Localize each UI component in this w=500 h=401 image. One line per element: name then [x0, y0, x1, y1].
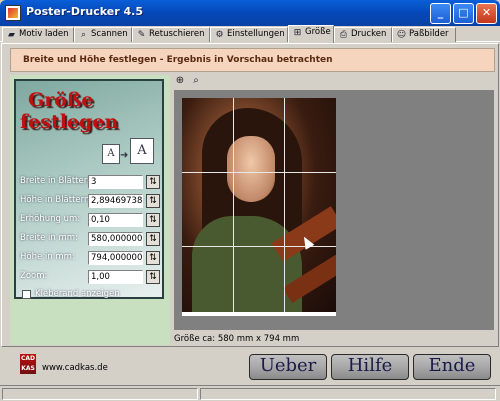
hoehe-mm-input[interactable]: 794,0000000	[88, 251, 143, 265]
preview-image	[182, 98, 336, 312]
size-info: Größe ca: 580 mm x 794 mm	[174, 334, 300, 344]
breite-mm-input[interactable]: 580,0000000	[88, 232, 143, 246]
settings-pane: Größe festlegen A ➜ A Breite in Blättern…	[10, 75, 170, 345]
tab-passbilder[interactable]: ☺ Paßbilder	[392, 27, 456, 42]
poster-preview[interactable]	[174, 90, 494, 330]
brush-icon: ✎	[137, 30, 146, 40]
wizard-title-line1: Größe	[28, 89, 94, 111]
tab-motiv-laden[interactable]: ▰ Motiv laden	[2, 27, 74, 42]
footer: CAD KAS www.cadkas.de Ueber Hilfe Ende	[0, 348, 500, 384]
erhoehung-input[interactable]: 0,10	[88, 213, 143, 227]
zoom-input[interactable]: 1,00	[88, 270, 143, 284]
maximize-button[interactable]: □	[453, 3, 474, 24]
kleberand-option[interactable]: Kleberand anzeigen	[22, 289, 162, 301]
cadkas-logo: CAD KAS	[20, 354, 36, 374]
main-panel: Breite und Höhe festlegen - Ergebnis in …	[1, 43, 499, 347]
minimize-button[interactable]: _	[430, 3, 451, 24]
tab-scannen[interactable]: ⌕ Scannen	[74, 27, 132, 42]
window-title: Poster-Drucker 4.5	[26, 5, 144, 18]
about-button[interactable]: Ueber	[249, 354, 327, 380]
zoom-icon[interactable]: ⌕	[190, 75, 202, 87]
tab-retuschieren[interactable]: ✎ Retuschieren	[132, 27, 210, 42]
hoehe-blaetter-spinner[interactable]: ⇅	[146, 194, 160, 208]
status-cell	[2, 388, 198, 400]
scanner-icon: ⌕	[80, 30, 87, 40]
breite-blaetter-spinner[interactable]: ⇅	[146, 175, 160, 189]
status-cell	[200, 388, 496, 400]
help-button[interactable]: Hilfe	[331, 354, 409, 380]
field-breite-blaetter: Breite in Blättern: 3 ⇅	[20, 175, 160, 189]
end-button[interactable]: Ende	[413, 354, 491, 380]
arrow-icon: ➜	[120, 150, 129, 161]
status-bar	[0, 385, 500, 401]
erhoehung-spinner[interactable]: ⇅	[146, 213, 160, 227]
instruction-banner: Breite und Höhe festlegen - Ergebnis in …	[10, 48, 495, 72]
field-hoehe-mm: Höhe in mm: 794,0000000 ⇅	[20, 251, 160, 265]
tab-bar: ▰ Motiv laden ⌕ Scannen ✎ Retuschieren ⚙…	[0, 25, 500, 43]
field-hoehe-blaetter: Höhe in Blättern: 2,89469738 ⇅	[20, 194, 160, 208]
close-button[interactable]: ✕	[476, 3, 497, 24]
page-divider-h	[182, 246, 336, 247]
fit-view-icon[interactable]: ⊕	[174, 75, 186, 87]
zoom-spinner[interactable]: ⇅	[146, 270, 160, 284]
poster-margin	[182, 312, 336, 316]
small-page-icon: A	[102, 144, 120, 164]
wizard-title-line2: festlegen	[20, 111, 119, 133]
title-bar: Poster-Drucker 4.5 _ □ ✕	[0, 0, 500, 26]
field-erhoehung: Erhöhung um: 0,10 ⇅	[20, 213, 160, 227]
hoehe-blaetter-input[interactable]: 2,89469738	[88, 194, 143, 208]
field-breite-mm: Breite in mm: 580,0000000 ⇅	[20, 232, 160, 246]
website-link[interactable]: www.cadkas.de	[42, 363, 108, 373]
breite-blaetter-input[interactable]: 3	[88, 175, 143, 189]
tab-einstellungen[interactable]: ⚙ Einstellungen	[210, 27, 288, 42]
kleberand-checkbox[interactable]	[22, 290, 31, 299]
field-zoom: Zoom: 1,00 ⇅	[20, 270, 160, 284]
page-divider-v	[233, 98, 234, 312]
tab-groesse[interactable]: ⊞ Größe	[288, 25, 334, 43]
resize-icon: A ➜ A	[102, 138, 156, 166]
folder-icon: ▰	[8, 30, 15, 40]
app-icon	[5, 5, 21, 21]
hoehe-mm-spinner[interactable]: ⇅	[146, 251, 160, 265]
breite-mm-spinner[interactable]: ⇅	[146, 232, 160, 246]
printer-icon: ⎙	[339, 30, 348, 40]
size-icon: ⊞	[293, 28, 302, 38]
settings-icon: ⚙	[215, 30, 224, 40]
page-divider-h	[182, 172, 336, 173]
size-wizard: Größe festlegen A ➜ A Breite in Blättern…	[14, 79, 164, 299]
big-page-icon: A	[130, 138, 154, 164]
passport-icon: ☺	[396, 30, 407, 40]
tab-drucken[interactable]: ⎙ Drucken	[334, 27, 392, 42]
page-divider-v	[284, 98, 285, 312]
